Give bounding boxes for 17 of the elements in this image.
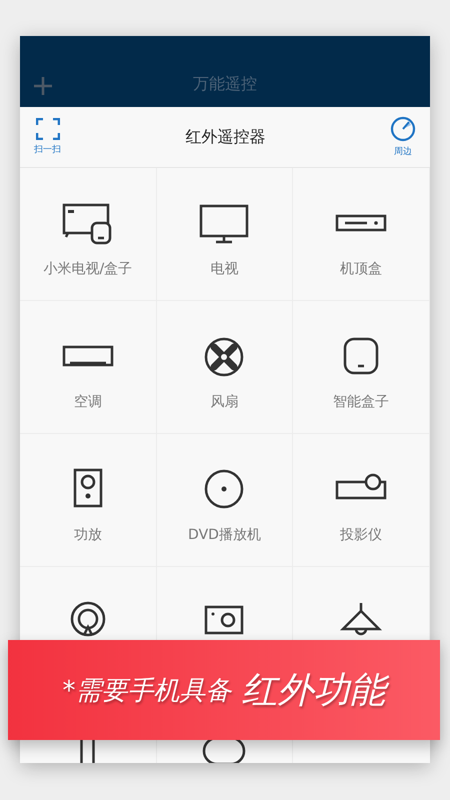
device-tile[interactable]: 电视 (156, 168, 294, 301)
radar-icon (390, 116, 416, 142)
device-tile[interactable]: 投影仪 (293, 434, 430, 567)
nearby-button[interactable]: 周边 (390, 116, 416, 158)
device-tile[interactable]: 空调 (20, 301, 157, 434)
banner-text: *需要手机具备 (62, 674, 232, 708)
scan-button[interactable]: 扫一扫 (34, 118, 61, 156)
device-tile[interactable]: 机顶盒 (293, 168, 430, 301)
scan-icon (36, 118, 60, 140)
device-tile[interactable]: 功放 (20, 434, 157, 567)
device-tile[interactable]: 智能盒子 (293, 301, 430, 434)
device-tile[interactable]: DVD播放机 (156, 434, 294, 567)
toolbar-title: 红外遥控器 (186, 126, 266, 148)
add-icon[interactable] (34, 77, 52, 95)
device-tile[interactable]: 小米电视/盒子 (20, 168, 157, 301)
device-tile[interactable]: 风扇 (156, 301, 294, 434)
header-title: 万能遥控 (193, 74, 257, 95)
